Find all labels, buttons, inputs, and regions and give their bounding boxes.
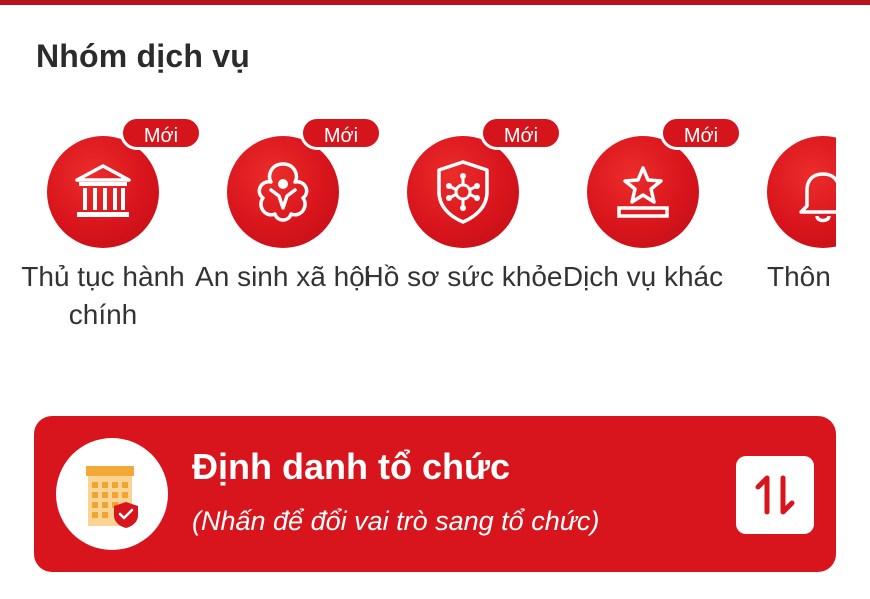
service-icon-circle: [407, 136, 519, 248]
organization-banner-title: Định danh tổ chức: [192, 446, 511, 487]
organization-identity-banner[interactable]: Định danh tổ chức (Nhấn để đổi vai trò s…: [34, 416, 836, 572]
top-strip: [0, 0, 870, 5]
switch-role-button[interactable]: [736, 456, 814, 534]
service-icon-circle: [227, 136, 339, 248]
star-podium-icon: [617, 166, 669, 218]
service-item-notifications[interactable]: Thôn từ cơ nhà: [710, 110, 836, 390]
service-icon-circle: [47, 136, 159, 248]
service-item-health-records[interactable]: Mới Hồ sơ sức khỏe: [350, 110, 562, 390]
service-label: Thôn từ cơ nhà: [767, 261, 836, 292]
service-icon-circle: [767, 136, 836, 248]
government-building-icon: [75, 164, 131, 217]
organization-banner-subtitle: (Nhấn để đổi vai trò sang tổ chức): [192, 506, 600, 536]
service-item-administrative-procedures[interactable]: Mới Thủ tục hành chính: [0, 110, 202, 390]
swap-arrows-icon: [755, 475, 795, 515]
section-title: Nhóm dịch vụ: [36, 38, 250, 74]
service-icon-circle: [587, 136, 699, 248]
social-welfare-icon: [257, 162, 309, 222]
service-group-carousel[interactable]: Mới Thủ tục hành chính Mới An sinh xã hộ…: [0, 110, 836, 390]
service-item-social-welfare[interactable]: Mới An sinh xã hội: [170, 110, 382, 390]
health-shield-icon: [437, 160, 489, 224]
service-item-other-services[interactable]: Mới Dịch vụ khác: [530, 110, 742, 390]
organization-building-icon: [86, 466, 138, 528]
bell-icon: [799, 172, 836, 223]
organization-avatar: [56, 438, 168, 550]
